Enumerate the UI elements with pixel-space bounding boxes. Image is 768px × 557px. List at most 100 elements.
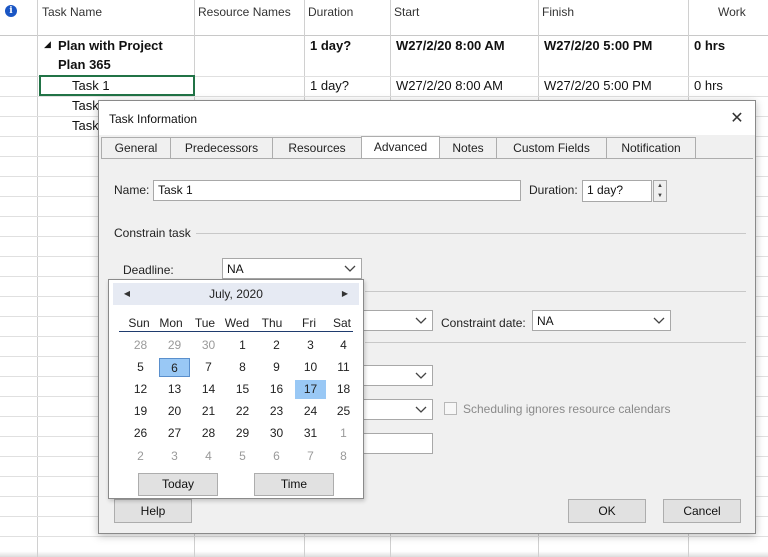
weekday-label: Fri bbox=[302, 316, 316, 330]
duration-spinner[interactable]: ▲ ▼ bbox=[653, 180, 667, 202]
calendar-day[interactable]: 25 bbox=[328, 402, 359, 421]
calendar-day[interactable]: 18 bbox=[328, 380, 359, 399]
chevron-down-icon bbox=[415, 406, 427, 413]
calendar-day[interactable]: 5 bbox=[125, 358, 156, 377]
column-header-task-name[interactable]: Task Name bbox=[38, 0, 102, 36]
calendar-day[interactable]: 7 bbox=[193, 358, 224, 377]
wbs-code-field[interactable] bbox=[363, 433, 433, 454]
info-icon: i bbox=[5, 5, 17, 17]
calendar-day[interactable]: 3 bbox=[295, 336, 326, 355]
constraint-type-select[interactable] bbox=[363, 310, 433, 331]
name-label: Name: bbox=[114, 183, 150, 197]
calendar-day[interactable]: 17 bbox=[295, 380, 326, 399]
dialog-title: Task Information bbox=[109, 112, 198, 126]
selected-cell-outline bbox=[39, 75, 195, 96]
calendar-day[interactable]: 10 bbox=[295, 358, 326, 377]
calendar-day[interactable]: 8 bbox=[227, 358, 258, 377]
chevron-down-icon bbox=[344, 265, 356, 272]
calendar-day[interactable]: 27 bbox=[159, 424, 190, 443]
grid-header: i Task Name Resource Names Duration Star… bbox=[0, 0, 768, 36]
calendar-day[interactable]: 6 bbox=[261, 447, 292, 466]
calendar-day[interactable]: 24 bbox=[295, 402, 326, 421]
task-finish-cell[interactable]: W27/2/20 5:00 PM bbox=[544, 78, 652, 93]
calendar-day[interactable]: 1 bbox=[328, 424, 359, 443]
task-type-select[interactable] bbox=[363, 365, 433, 386]
calendar-day[interactable]: 9 bbox=[261, 358, 292, 377]
calendar-day[interactable]: 12 bbox=[125, 380, 156, 399]
calendar-day[interactable]: 20 bbox=[159, 402, 190, 421]
constraint-date-select[interactable]: NA bbox=[532, 310, 671, 331]
calendar-day[interactable]: 21 bbox=[193, 402, 224, 421]
calendar-select[interactable] bbox=[363, 399, 433, 420]
calendar-day[interactable]: 14 bbox=[193, 380, 224, 399]
calendar-day[interactable]: 15 bbox=[227, 380, 258, 399]
tab-custom-fields[interactable]: Custom Fields bbox=[496, 137, 607, 159]
tab-advanced[interactable]: Advanced bbox=[361, 136, 440, 159]
task-name-cell[interactable]: Task bbox=[72, 118, 99, 133]
column-header-finish[interactable]: Finish bbox=[538, 0, 574, 36]
today-button[interactable]: Today bbox=[138, 473, 218, 496]
task-duration-cell[interactable]: 1 day? bbox=[310, 78, 349, 93]
calendar-day[interactable]: 30 bbox=[261, 424, 292, 443]
scheduling-ignores-label: Scheduling ignores resource calendars bbox=[463, 402, 671, 416]
calendar-day[interactable]: 5 bbox=[227, 447, 258, 466]
calendar-day[interactable]: 31 bbox=[295, 424, 326, 443]
scheduling-ignores-checkbox[interactable] bbox=[444, 402, 457, 415]
calendar-day[interactable]: 1 bbox=[227, 336, 258, 355]
deadline-label: Deadline: bbox=[123, 263, 174, 277]
chevron-down-icon bbox=[653, 317, 665, 324]
collapse-triangle-icon[interactable]: ◢ bbox=[44, 39, 51, 50]
column-header-resource-names[interactable]: Resource Names bbox=[194, 0, 291, 36]
tab-resources[interactable]: Resources bbox=[272, 137, 362, 159]
calendar-day[interactable]: 29 bbox=[227, 424, 258, 443]
calendar-day[interactable]: 7 bbox=[295, 447, 326, 466]
task-name-cell[interactable]: Task bbox=[72, 98, 99, 113]
close-icon[interactable]: ✕ bbox=[727, 109, 747, 129]
tab-general[interactable]: General bbox=[101, 137, 171, 159]
task-start-cell[interactable]: W27/2/20 8:00 AM bbox=[396, 78, 503, 93]
deadline-select[interactable]: NA bbox=[222, 258, 362, 279]
calendar-day[interactable]: 26 bbox=[125, 424, 156, 443]
next-month-icon[interactable]: ▶ bbox=[339, 287, 351, 301]
name-field[interactable]: Task 1 bbox=[153, 180, 521, 201]
column-divider bbox=[37, 0, 38, 557]
calendar-day[interactable]: 29 bbox=[159, 336, 190, 355]
cancel-button[interactable]: Cancel bbox=[663, 499, 741, 523]
task-work-cell[interactable]: 0 hrs bbox=[694, 78, 723, 93]
calendar-day[interactable]: 6 bbox=[159, 358, 190, 377]
calendar-day[interactable]: 3 bbox=[159, 447, 190, 466]
calendar-day[interactable]: 8 bbox=[328, 447, 359, 466]
column-header-duration[interactable]: Duration bbox=[304, 0, 353, 36]
calendar-day[interactable]: 16 bbox=[261, 380, 292, 399]
calendar-day[interactable]: 11 bbox=[328, 358, 359, 377]
calendar-day[interactable]: 19 bbox=[125, 402, 156, 421]
summary-work: 0 hrs bbox=[694, 38, 726, 53]
calendar-day[interactable]: 28 bbox=[125, 336, 156, 355]
time-button[interactable]: Time bbox=[254, 473, 334, 496]
section-divider bbox=[365, 342, 746, 343]
section-divider bbox=[196, 233, 746, 234]
constraint-date-value: NA bbox=[537, 314, 554, 328]
duration-label: Duration: bbox=[529, 183, 578, 197]
calendar-day[interactable]: 2 bbox=[261, 336, 292, 355]
tab-notes[interactable]: Notes bbox=[439, 137, 497, 159]
calendar-day[interactable]: 28 bbox=[193, 424, 224, 443]
row-divider bbox=[0, 536, 768, 537]
spin-up-icon[interactable]: ▲ bbox=[654, 181, 666, 191]
help-button[interactable]: Help bbox=[114, 499, 192, 523]
column-header-work[interactable]: Work bbox=[714, 0, 746, 36]
spin-down-icon[interactable]: ▼ bbox=[654, 191, 666, 201]
calendar-day[interactable]: 4 bbox=[193, 447, 224, 466]
column-header-start[interactable]: Start bbox=[390, 0, 419, 36]
calendar-day[interactable]: 13 bbox=[159, 380, 190, 399]
duration-field[interactable]: 1 day? bbox=[582, 180, 652, 202]
calendar-day[interactable]: 4 bbox=[328, 336, 359, 355]
calendar-day[interactable]: 22 bbox=[227, 402, 258, 421]
dialog-titlebar[interactable]: Task Information ✕ bbox=[99, 101, 755, 135]
ok-button[interactable]: OK bbox=[568, 499, 646, 523]
tab-notification[interactable]: Notification bbox=[606, 137, 696, 159]
calendar-day[interactable]: 2 bbox=[125, 447, 156, 466]
calendar-day[interactable]: 30 bbox=[193, 336, 224, 355]
calendar-day[interactable]: 23 bbox=[261, 402, 292, 421]
tab-predecessors[interactable]: Predecessors bbox=[170, 137, 273, 159]
